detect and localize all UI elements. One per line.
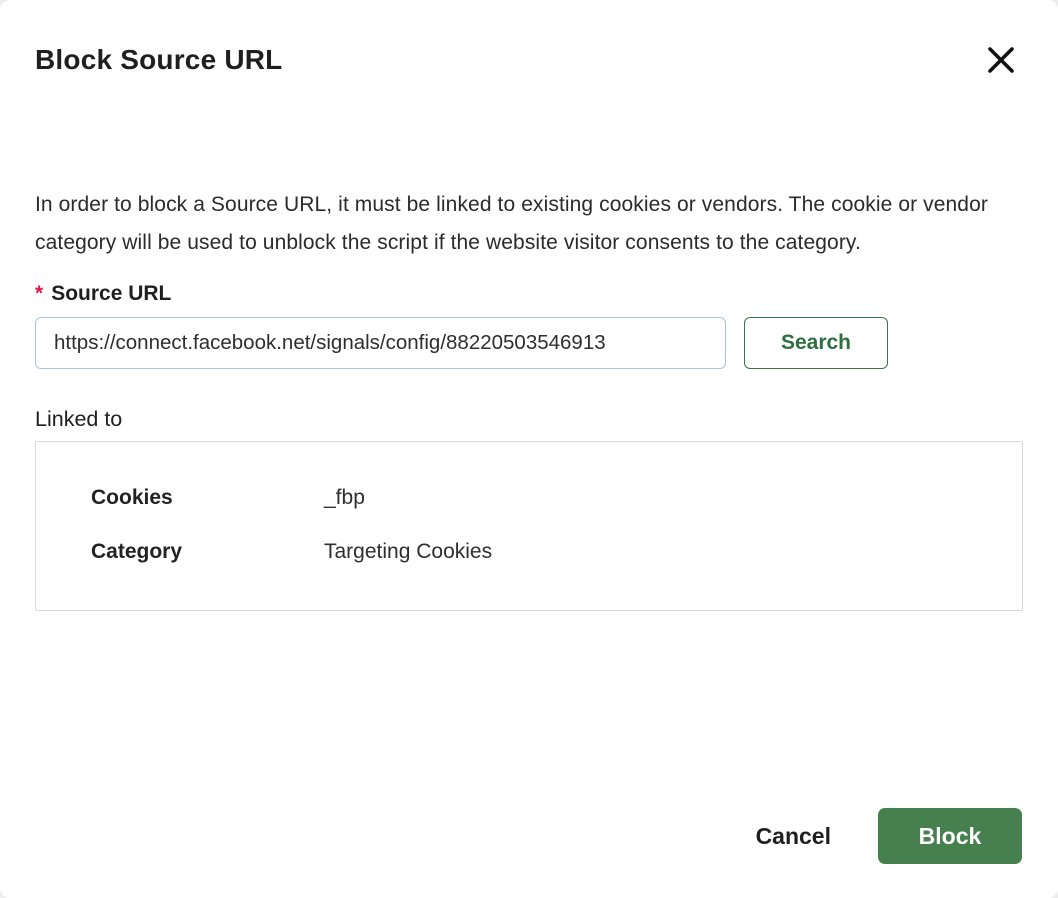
source-url-row: Search (35, 317, 1023, 369)
search-button[interactable]: Search (744, 317, 888, 369)
linked-row-cookies: Cookies _fbp (91, 486, 1002, 510)
cookies-value: _fbp (324, 486, 365, 510)
linked-to-label: Linked to (35, 407, 1023, 432)
block-source-url-dialog: Block Source URL In order to block a Sou… (0, 0, 1058, 898)
source-url-label-text: Source URL (51, 282, 171, 306)
linked-to-panel: Cookies _fbp Category Targeting Cookies (35, 441, 1023, 611)
cookies-label: Cookies (91, 486, 324, 510)
category-label: Category (91, 540, 324, 564)
cancel-button[interactable]: Cancel (754, 817, 833, 856)
dialog-header: Block Source URL (35, 0, 1023, 80)
dialog-description: In order to block a Source URL, it must … (35, 186, 1023, 261)
source-url-input[interactable] (35, 317, 726, 369)
dialog-footer: Cancel Block (754, 808, 1022, 864)
block-button[interactable]: Block (878, 808, 1022, 864)
category-value: Targeting Cookies (324, 540, 492, 564)
close-button[interactable] (981, 40, 1021, 80)
dialog-title: Block Source URL (35, 42, 282, 78)
linked-row-category: Category Targeting Cookies (91, 540, 1002, 564)
required-asterisk: * (35, 282, 43, 306)
close-x-icon (985, 44, 1017, 76)
source-url-label: * Source URL (35, 282, 1023, 306)
